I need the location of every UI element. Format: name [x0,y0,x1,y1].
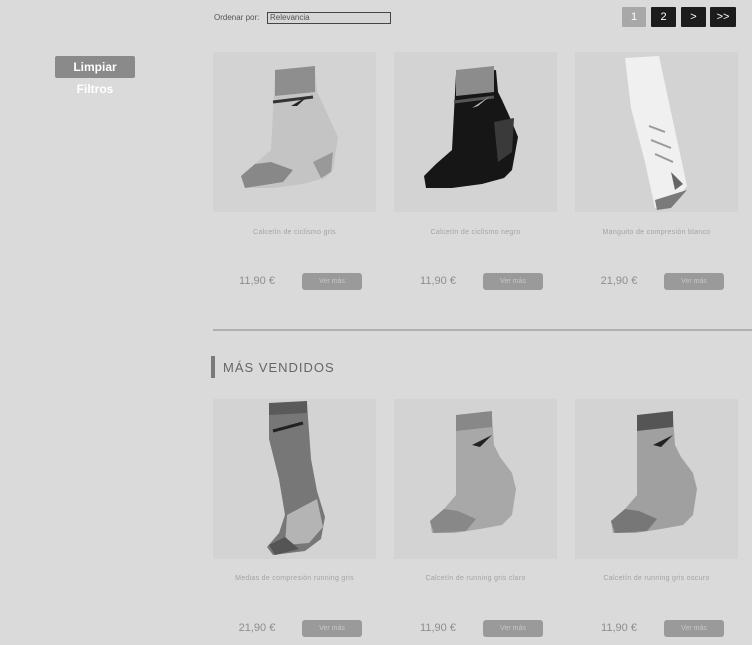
page-1-button[interactable]: 1 [622,7,646,27]
product-price: 21,90 € [600,275,638,287]
product-image[interactable] [213,52,376,212]
sock-light-gray-image [430,411,516,533]
product-name[interactable]: Manguito de compresión blanco [575,228,738,238]
product-image[interactable] [394,399,557,559]
product-name[interactable]: Calcetín de ciclismo gris [213,228,376,238]
product-image[interactable] [575,399,738,559]
sock-black-image [424,66,518,188]
sort-label: Ordenar por: [214,13,260,22]
section-accent-bar [211,356,215,378]
sock-dark-gray-image [611,411,697,533]
view-more-button[interactable]: Ver más [483,620,543,637]
product-price: 11,90 € [601,622,637,634]
product-price: 11,90 € [420,275,456,287]
sock-gray-image [241,66,338,188]
page-2-button[interactable]: 2 [651,7,676,27]
view-more-button[interactable]: Ver más [483,273,543,290]
product-name[interactable]: Calcetín de running gris claro [394,574,557,584]
product-name[interactable]: Medias de compresión running gris [213,574,376,584]
view-more-button[interactable]: Ver más [302,620,362,637]
view-more-button[interactable]: Ver más [664,620,724,637]
sort-select[interactable]: Relevancia [267,12,391,24]
arm-sleeve-image [625,56,687,210]
product-name[interactable]: Calcetín de running gris oscuro [575,574,738,584]
view-more-button[interactable]: Ver más [664,273,724,290]
view-more-button[interactable]: Ver más [302,273,362,290]
product-price: 21,90 € [238,622,276,634]
product-image[interactable] [394,52,557,212]
section-divider [213,329,752,331]
product-image[interactable] [213,399,376,559]
section-title: MÁS VENDIDOS [223,360,335,375]
product-image[interactable] [575,52,738,212]
product-price: 11,90 € [239,275,275,287]
product-name[interactable]: Calcetín de ciclismo negro [394,228,557,238]
product-price: 11,90 € [420,622,456,634]
next-page-button[interactable]: > [681,7,706,27]
clear-filters-button[interactable]: Limpiar Filtros [55,56,135,96]
last-page-button[interactable]: >> [710,7,736,27]
compression-sock-image [267,401,325,555]
